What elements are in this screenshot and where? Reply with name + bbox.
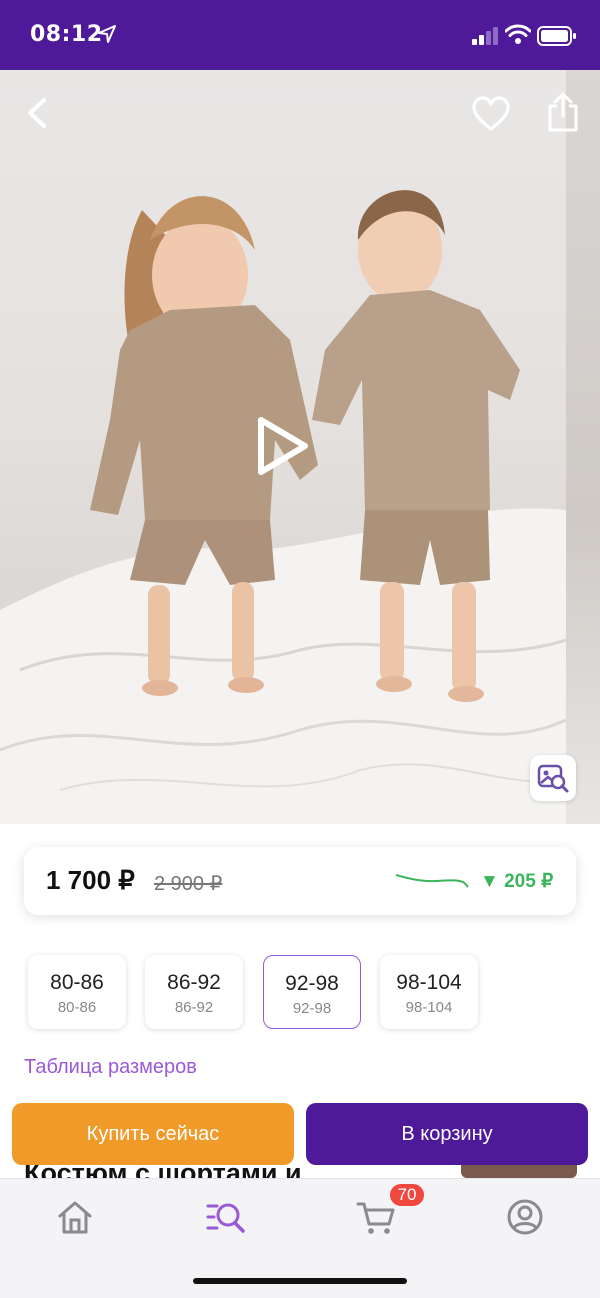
next-photo-peek[interactable]	[566, 70, 600, 824]
size-option[interactable]: 86-92 86-92	[145, 955, 243, 1029]
price-history-sparkline	[396, 874, 469, 888]
back-icon[interactable]	[22, 97, 54, 129]
location-arrow-icon	[98, 25, 116, 43]
status-time: 08:12	[30, 22, 103, 47]
home-icon[interactable]	[55, 1197, 95, 1237]
size-label: 80-86	[50, 971, 104, 994]
size-table-link[interactable]: Таблица размеров	[24, 1056, 197, 1079]
catalog-search-icon[interactable]	[205, 1197, 245, 1237]
size-label: 86-92	[167, 971, 221, 994]
signal-icon	[472, 27, 498, 45]
play-video-icon[interactable]	[255, 416, 311, 476]
size-sublabel: 86-92	[174, 999, 214, 1016]
size-label: 92-98	[285, 972, 339, 995]
home-indicator	[193, 1278, 407, 1284]
current-price: 1 700 ₽	[46, 865, 135, 895]
size-option-selected[interactable]: 92-98 92-98	[263, 955, 361, 1029]
visual-search-button[interactable]	[530, 755, 576, 801]
price-card[interactable]: 1 700 ₽ 2 900 ₽ ▼ 205 ₽	[24, 847, 576, 915]
heart-icon[interactable]	[472, 96, 510, 132]
image-search-icon	[537, 764, 569, 793]
size-option[interactable]: 98-104 98-104	[380, 955, 478, 1029]
battery-icon	[537, 26, 576, 46]
cart-count-badge: 70	[388, 1182, 426, 1208]
size-sublabel: 92-98	[292, 1000, 332, 1017]
old-price: 2 900 ₽	[154, 873, 223, 895]
profile-icon[interactable]	[505, 1197, 545, 1237]
size-sublabel: 80-86	[57, 999, 97, 1016]
size-label: 98-104	[396, 971, 462, 994]
share-icon[interactable]	[546, 92, 580, 132]
buy-now-button[interactable]: Купить сейчас	[12, 1103, 294, 1165]
add-to-cart-button[interactable]: В корзину	[306, 1103, 588, 1165]
wifi-icon	[505, 24, 531, 44]
status-bar: 08:12	[0, 0, 600, 70]
size-option[interactable]: 80-86 80-86	[28, 955, 126, 1029]
size-sublabel: 98-104	[405, 999, 453, 1016]
price-drop-badge: ▼ 205 ₽	[480, 871, 554, 892]
